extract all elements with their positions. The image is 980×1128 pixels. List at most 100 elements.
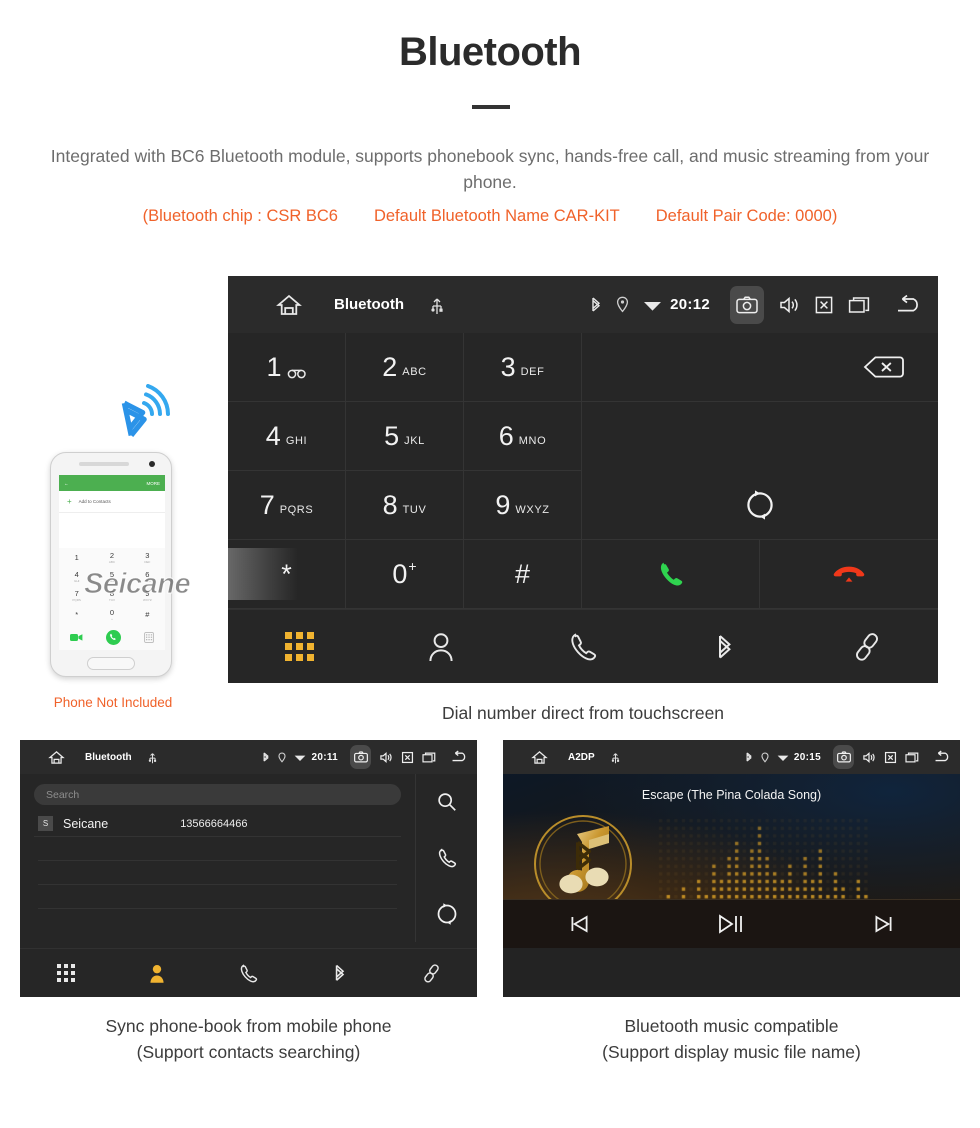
volume-icon[interactable] xyxy=(379,751,393,764)
dialer-title: Bluetooth xyxy=(334,296,404,313)
key-4-digit: 4 xyxy=(265,420,281,451)
phone-key[interactable]: 3 DEF xyxy=(130,548,165,567)
previous-track-icon xyxy=(568,914,590,934)
play-pause-icon xyxy=(717,913,745,935)
nav-link[interactable] xyxy=(796,631,938,663)
play-pause-button[interactable] xyxy=(655,913,807,935)
close-box-icon[interactable] xyxy=(814,295,834,315)
key-6-digit: 6 xyxy=(498,420,514,451)
link-icon xyxy=(421,963,442,984)
phone-add-to-contacts[interactable]: + Add to Contacts xyxy=(59,491,165,513)
previous-button[interactable] xyxy=(503,914,655,934)
call-log-icon[interactable] xyxy=(436,847,458,869)
title-divider xyxy=(472,105,510,109)
nav-contacts[interactable] xyxy=(370,631,512,663)
key-9-letters: WXYZ xyxy=(515,504,550,516)
nav-bluetooth[interactable] xyxy=(654,631,796,663)
phone-earpiece xyxy=(79,462,129,466)
phone-key[interactable]: 2 ABC xyxy=(94,548,129,567)
key-3[interactable]: 3 DEF xyxy=(464,333,582,402)
phone-screen: ← MORE + Add to Contacts 1 2 ABC 3 DEF 4 GH… xyxy=(59,475,165,650)
key-5-letters: JKL xyxy=(404,435,425,447)
key-5[interactable]: 5 JKL xyxy=(346,402,464,471)
music-clock: 20:15 xyxy=(793,751,821,763)
phone-home-button[interactable] xyxy=(87,657,135,670)
key-hash[interactable]: # xyxy=(464,540,582,609)
phone-key[interactable]: 0 + xyxy=(94,605,129,624)
recent-apps-icon[interactable] xyxy=(848,295,872,315)
call-button[interactable] xyxy=(582,540,760,609)
nav-call-log[interactable] xyxy=(512,631,654,663)
phone-mockup: ← MORE + Add to Contacts 1 2 ABC 3 DEF 4 GH… xyxy=(50,452,172,677)
video-call-icon[interactable] xyxy=(70,633,83,642)
key-0[interactable]: 0 + xyxy=(346,540,464,609)
key-1[interactable]: 1 xyxy=(228,333,346,402)
backspace-button[interactable] xyxy=(582,333,938,402)
close-box-icon[interactable] xyxy=(401,751,414,764)
hangup-button[interactable] xyxy=(760,540,938,609)
nav-keypad[interactable] xyxy=(228,632,370,661)
volume-icon[interactable] xyxy=(862,751,876,764)
camera-icon[interactable] xyxy=(833,745,854,769)
key-3-letters: DEF xyxy=(520,366,545,378)
home-icon[interactable] xyxy=(531,750,548,765)
phone-app-bar: ← MORE xyxy=(59,475,165,491)
phone-key[interactable]: * xyxy=(59,605,94,624)
key-5-digit: 5 xyxy=(384,420,400,451)
key-8-letters: TUV xyxy=(402,504,427,516)
back-arrow-icon[interactable] xyxy=(894,294,924,316)
bluetooth-signal-illustration xyxy=(118,384,190,446)
call-answer-icon xyxy=(656,559,686,589)
search-icon[interactable] xyxy=(436,791,458,813)
phone-call-button[interactable] xyxy=(105,629,121,645)
call-end-icon xyxy=(832,561,866,587)
volume-icon[interactable] xyxy=(778,295,800,315)
phone-number-display xyxy=(59,513,165,548)
key-8[interactable]: 8 TUV xyxy=(346,471,464,540)
key-2[interactable]: 2 ABC xyxy=(346,333,464,402)
voicemail-icon xyxy=(287,365,307,379)
phone-back-icon[interactable]: ← xyxy=(64,481,69,486)
home-icon[interactable] xyxy=(276,293,302,317)
close-box-icon[interactable] xyxy=(884,751,897,764)
music-player-body: Escape (The Pina Colada Song) xyxy=(503,774,960,948)
phone-key[interactable]: 1 xyxy=(59,548,94,567)
back-arrow-icon[interactable] xyxy=(933,750,952,764)
nav-bluetooth[interactable] xyxy=(294,962,385,984)
phone-more-label[interactable]: MORE xyxy=(147,481,161,486)
playback-controls xyxy=(503,899,960,948)
next-track-icon xyxy=(873,914,895,934)
table-row[interactable]: S Seicane 13566664466 xyxy=(34,811,401,837)
dialer-clock: 20:12 xyxy=(670,296,710,313)
contact-row-empty xyxy=(38,837,397,861)
phone-disclaimer: Phone Not Included xyxy=(53,695,173,710)
key-9[interactable]: 9 WXYZ xyxy=(464,471,582,540)
key-4[interactable]: 4 GHI xyxy=(228,402,346,471)
dialer-status-bar: Bluetooth 20:12 xyxy=(228,276,938,333)
search-input[interactable]: Search xyxy=(34,784,401,805)
camera-icon[interactable] xyxy=(350,745,371,769)
nav-call-log[interactable] xyxy=(203,963,294,984)
recent-apps-icon[interactable] xyxy=(905,751,920,764)
bluetooth-icon xyxy=(745,751,753,763)
camera-icon[interactable] xyxy=(730,285,764,324)
contacts-icon xyxy=(426,631,456,663)
key-6[interactable]: 6 MNO xyxy=(464,402,582,471)
home-icon[interactable] xyxy=(48,750,65,765)
sync-icon[interactable] xyxy=(436,903,458,925)
key-4-letters: GHI xyxy=(285,435,308,447)
next-button[interactable] xyxy=(808,914,960,934)
phone-key[interactable]: # xyxy=(130,605,165,624)
nav-link[interactable] xyxy=(386,963,477,984)
key-7[interactable]: 7 PQRS xyxy=(228,471,346,540)
keyboard-icon[interactable] xyxy=(143,631,154,643)
key-1-digit: 1 xyxy=(266,351,282,382)
keypad-grid: 1 2 ABC 3 DEF 4 GHI 5 JKL 6 MNO 7 PQRS 8… xyxy=(228,333,938,609)
contact-name: Seicane xyxy=(63,816,109,831)
nav-keypad[interactable] xyxy=(20,964,111,982)
back-arrow-icon[interactable] xyxy=(450,750,469,764)
wifi-icon xyxy=(294,753,306,762)
sync-contacts-button[interactable] xyxy=(582,471,938,540)
recent-apps-icon[interactable] xyxy=(422,751,437,764)
nav-contacts[interactable] xyxy=(111,963,202,984)
